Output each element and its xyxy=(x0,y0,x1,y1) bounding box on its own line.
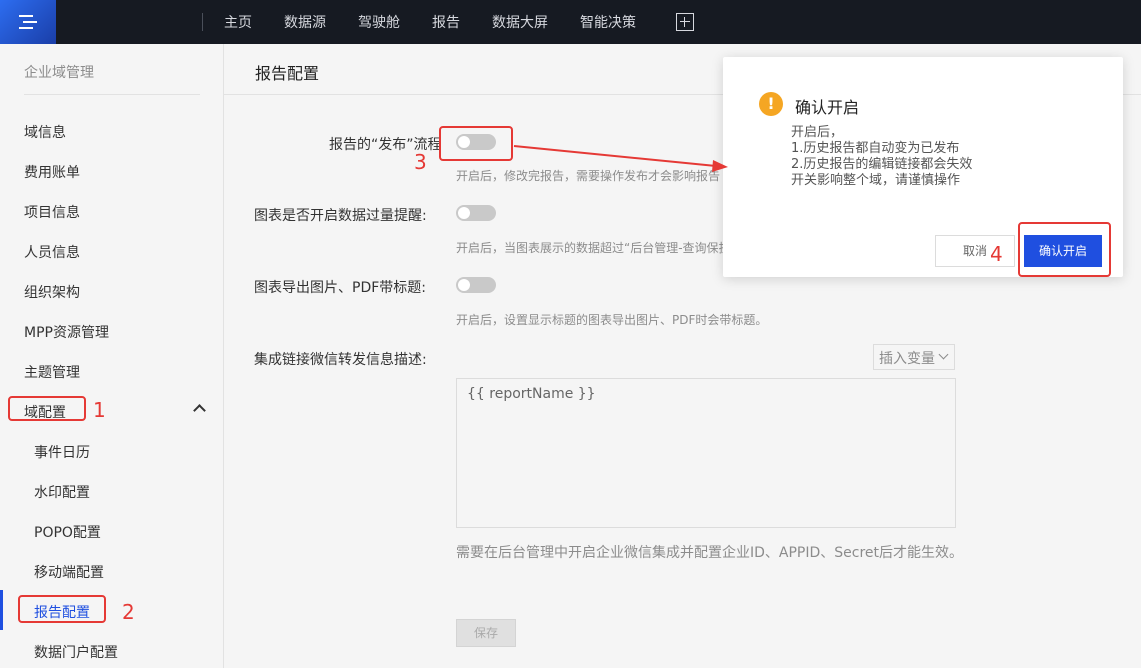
top-nav-bar: 主页 数据源 驾驶舱 报告 数据大屏 智能决策 xyxy=(0,0,1141,44)
sidebar-group-title: 企业域管理 xyxy=(24,65,94,81)
sidebar-sub-data-portal[interactable]: 数据门户配置 xyxy=(34,642,118,662)
data-overflow-toggle[interactable] xyxy=(456,205,496,221)
add-tab-icon[interactable] xyxy=(676,13,694,31)
menu-icon xyxy=(19,15,37,29)
sidebar-item-theme[interactable]: 主题管理 xyxy=(24,362,80,382)
sidebar: 企业域管理 域信息 费用账单 项目信息 人员信息 组织架构 MPP资源管理 主题… xyxy=(0,44,224,668)
sidebar-item-people-info[interactable]: 人员信息 xyxy=(24,242,80,262)
annotation-box-4 xyxy=(1018,222,1111,277)
save-button[interactable]: 保存 xyxy=(456,619,516,647)
dialog-line: 开启后， xyxy=(791,125,844,140)
dialog-body: 开启后， 1.历史报告都自动变为已发布 2.历史报告的编辑链接都会失效 开关影响… xyxy=(791,125,972,189)
data-overflow-label: 图表是否开启数据过量提醒: xyxy=(254,208,427,224)
dialog-title: 确认开启 xyxy=(795,98,860,117)
nav-data-screen[interactable]: 数据大屏 xyxy=(492,12,548,32)
main-nav: 主页 数据源 驾驶舱 报告 数据大屏 智能决策 xyxy=(224,0,694,44)
annotation-number-3: 3 xyxy=(414,150,427,174)
sidebar-sub-watermark[interactable]: 水印配置 xyxy=(34,482,90,502)
sidebar-item-mpp-resources[interactable]: MPP资源管理 xyxy=(24,322,109,342)
sidebar-sub-event-calendar[interactable]: 事件日历 xyxy=(34,442,90,462)
export-title-hint: 开启后，设置显示标题的图表导出图片、PDF时会带标题。 xyxy=(456,313,768,327)
dialog-line: 1.历史报告都自动变为已发布 xyxy=(791,141,960,156)
share-desc-note: 需要在后台管理中开启企业微信集成并配置企业ID、APPID、Secret后才能生… xyxy=(456,545,964,561)
nav-divider xyxy=(202,13,203,31)
insert-variable-label: 插入变量 xyxy=(879,351,935,367)
annotation-number-1: 1 xyxy=(93,398,106,422)
active-indicator xyxy=(0,590,3,630)
dialog-line: 开关影响整个域，请谨慎操作 xyxy=(791,173,961,188)
cancel-button[interactable]: 取消 xyxy=(935,235,1015,267)
annotation-box-3 xyxy=(439,126,513,161)
sidebar-item-billing[interactable]: 费用账单 xyxy=(24,162,80,182)
chevron-up-icon[interactable] xyxy=(193,404,206,417)
chevron-down-icon xyxy=(938,349,949,360)
menu-toggle-button[interactable] xyxy=(0,0,56,44)
annotation-box-1 xyxy=(8,396,86,421)
sidebar-divider xyxy=(24,94,200,95)
sidebar-item-project-info[interactable]: 项目信息 xyxy=(24,202,80,222)
page-title: 报告配置 xyxy=(255,64,320,83)
share-desc-label: 集成链接微信转发信息描述: xyxy=(254,352,427,368)
insert-variable-select[interactable]: 插入变量 xyxy=(873,344,955,370)
export-title-toggle[interactable] xyxy=(456,277,496,293)
nav-report[interactable]: 报告 xyxy=(432,12,460,32)
nav-home[interactable]: 主页 xyxy=(224,12,252,32)
warning-icon: ! xyxy=(759,92,783,116)
dialog-line: 2.历史报告的编辑链接都会失效 xyxy=(791,157,973,172)
sidebar-sub-mobile[interactable]: 移动端配置 xyxy=(34,562,104,582)
sidebar-sub-popo[interactable]: POPO配置 xyxy=(34,522,101,542)
nav-cockpit[interactable]: 驾驶舱 xyxy=(358,12,400,32)
annotation-number-2: 2 xyxy=(122,600,135,624)
nav-datasource[interactable]: 数据源 xyxy=(284,12,326,32)
sidebar-item-domain-info[interactable]: 域信息 xyxy=(24,122,66,142)
data-overflow-hint: 开启后，当图表展示的数据超过“后台管理-查询保护 xyxy=(456,241,731,255)
nav-smart-decision[interactable]: 智能决策 xyxy=(580,12,636,32)
sidebar-item-org-structure[interactable]: 组织架构 xyxy=(24,282,80,302)
annotation-box-2 xyxy=(18,595,106,623)
annotation-number-4: 4 xyxy=(990,242,1003,266)
share-desc-textarea[interactable]: {{ reportName }} xyxy=(456,378,956,528)
export-title-label: 图表导出图片、PDF带标题: xyxy=(254,280,426,296)
publish-flow-hint: 开启后，修改完报告，需要操作发布才会影响报告 xyxy=(456,169,721,183)
